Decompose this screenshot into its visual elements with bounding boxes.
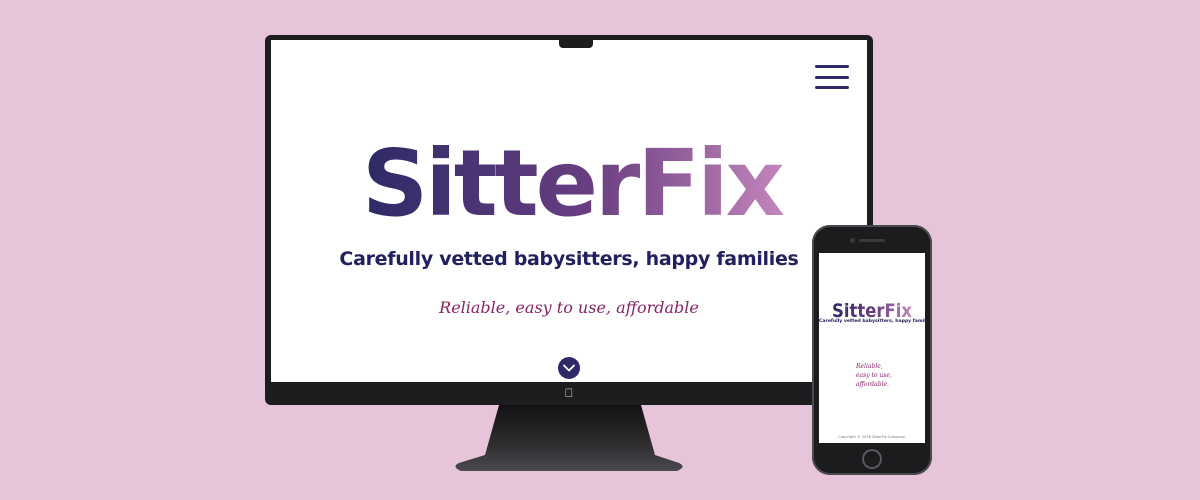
mobile-footer: Copyright © 2018 SitterFix Company. [838, 435, 906, 439]
desktop-monitor: SitterFix Carefully vetted babysitters, … [265, 35, 873, 405]
phone-speaker [859, 239, 885, 242]
hamburger-menu-icon[interactable] [815, 65, 849, 89]
monitor-camera [559, 40, 593, 48]
mobile-subtagline: Reliable, easy to use, affordable. [856, 362, 916, 389]
chevron-down-icon [563, 364, 575, 372]
brand-logo: SitterFix [362, 140, 785, 222]
monitor-chin:  [265, 382, 873, 405]
svg-text:SitterFix: SitterFix [832, 300, 912, 319]
desktop-screen: SitterFix Carefully vetted babysitters, … [271, 40, 867, 382]
mobile-subtagline-line: easy to use, [856, 372, 892, 379]
monitor-stand [455, 405, 683, 471]
mobile-brand-logo: SitterFix [832, 300, 912, 319]
mobile-subtagline-line: Reliable, [856, 363, 883, 370]
mobile-brand-name-part1: Sitter [832, 300, 885, 319]
hero-subtagline: Reliable, easy to use, affordable [439, 298, 699, 317]
mobile-brand-name-part2: Fix [885, 300, 912, 319]
hero-tagline: Carefully vetted babysitters, happy fami… [339, 248, 799, 270]
brand-name-part2: Fix [637, 140, 783, 222]
phone-home-button[interactable] [862, 449, 882, 469]
mobile-phone: SitterFix Carefully vetted babysitters, … [812, 225, 932, 475]
brand-name-part1: Sitter [362, 140, 641, 222]
phone-camera [850, 238, 855, 243]
mobile-tagline: Carefully vetted babysitters, happy fami… [819, 319, 925, 324]
svg-text:SitterFix: SitterFix [362, 140, 784, 222]
mobile-subtagline-line: affordable. [856, 381, 889, 388]
mobile-screen: SitterFix Carefully vetted babysitters, … [819, 253, 925, 443]
apple-logo-icon:  [563, 387, 575, 400]
scroll-down-button[interactable] [558, 357, 580, 379]
